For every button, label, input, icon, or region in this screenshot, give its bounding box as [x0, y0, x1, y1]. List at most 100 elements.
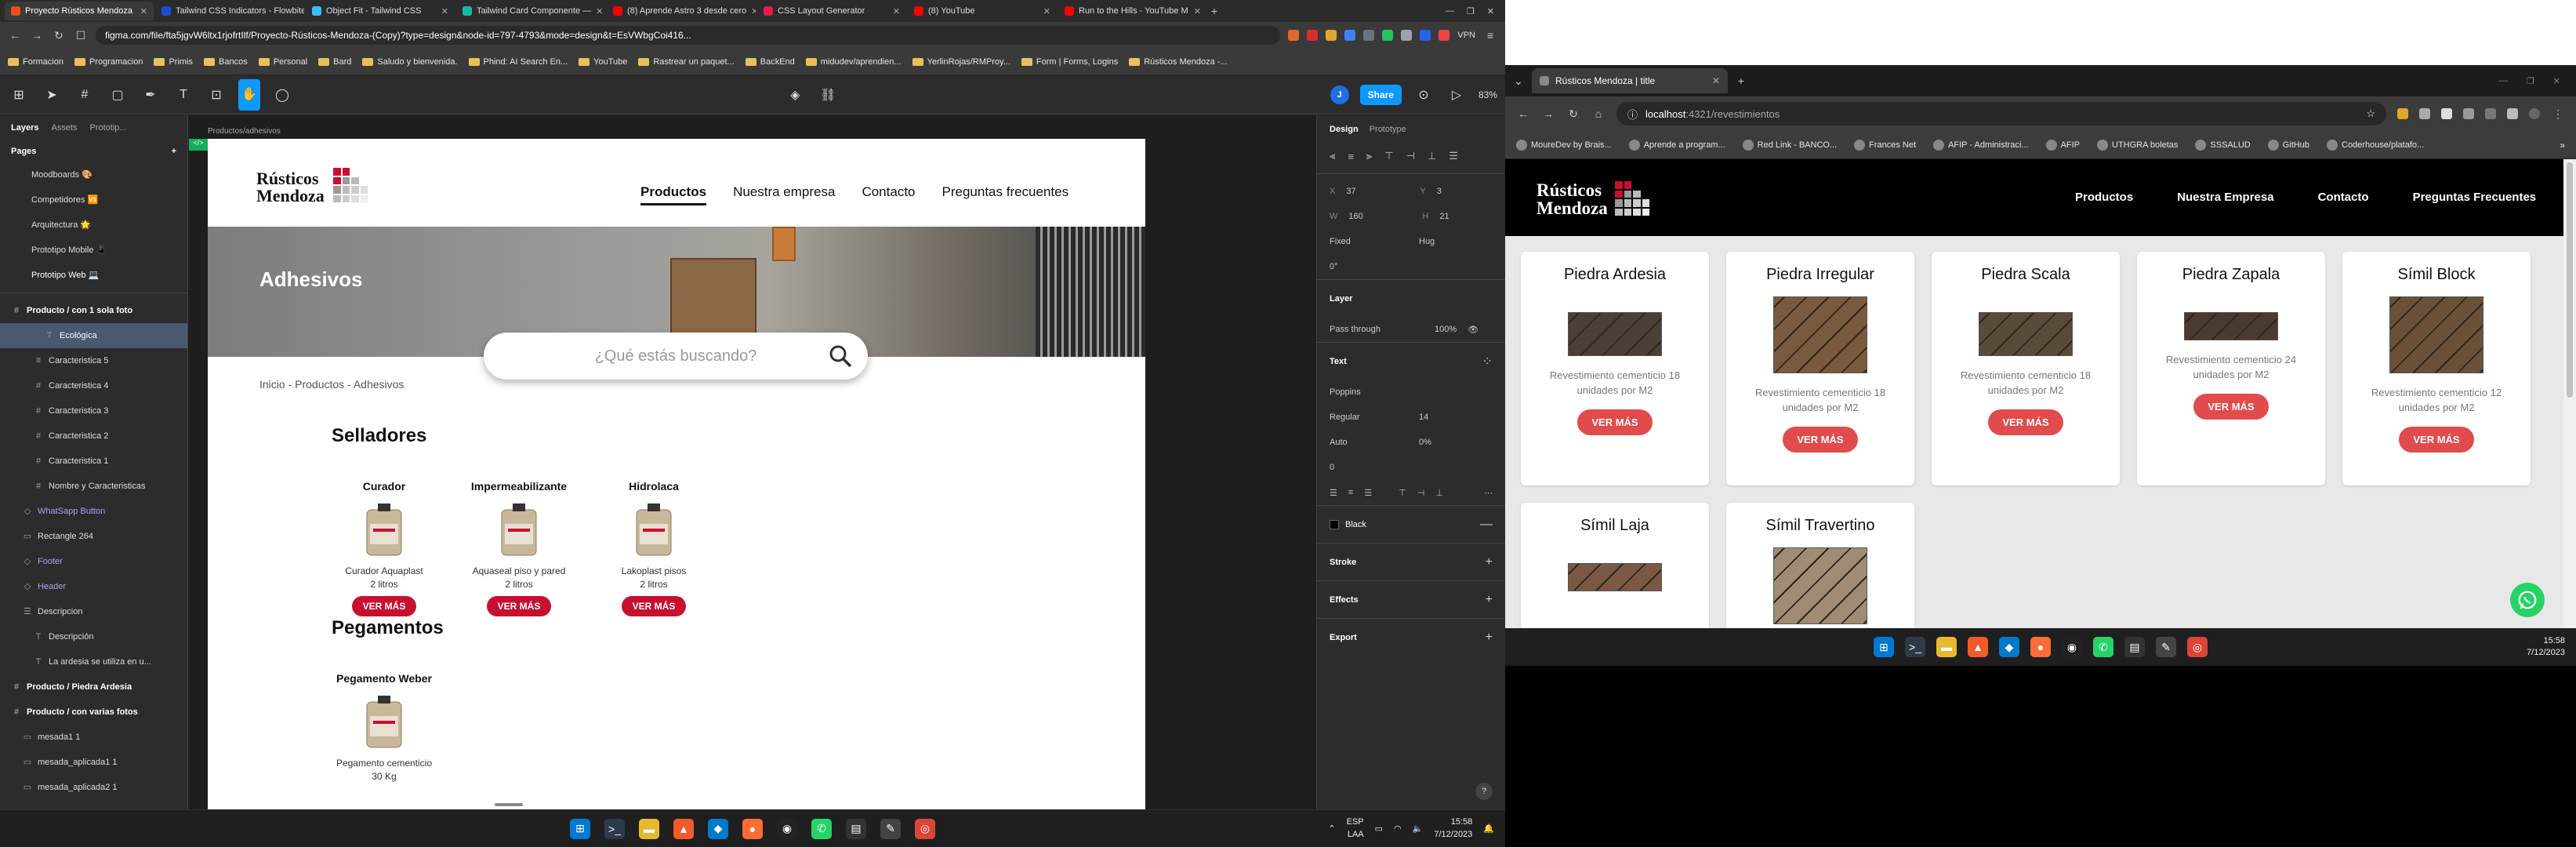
app-icon[interactable]: ◉ [777, 818, 797, 839]
width-resizing-select[interactable]: Fixed [1330, 237, 1408, 246]
tray-chevron-icon[interactable]: ⌃ [1328, 823, 1335, 834]
site-nav-item[interactable]: Contacto [2318, 191, 2369, 204]
app-icon[interactable]: ✎ [2156, 637, 2176, 657]
minimize-icon[interactable]: — [2499, 76, 2508, 86]
comment-tool-icon[interactable]: ◯ [271, 87, 293, 103]
new-tab-button[interactable]: + [1734, 75, 1748, 87]
app-icon[interactable]: ◉ [2062, 637, 2082, 657]
resources-tool-icon[interactable]: ⊡ [205, 87, 227, 103]
remove-fill-icon[interactable]: — [1480, 518, 1493, 532]
close-icon[interactable]: ✕ [1487, 6, 1494, 16]
link-icon[interactable]: ⛓ [817, 87, 839, 103]
design-tab-1[interactable]: Prototype [1370, 125, 1406, 134]
url-field[interactable]: ⓘ localhost:4321/revestimientos ☆ [1616, 102, 2386, 125]
opacity-field[interactable]: 100% [1435, 325, 1457, 334]
layer-item[interactable]: # Caracteristica 5 [0, 348, 187, 373]
extension-icon[interactable] [1326, 30, 1337, 41]
font-weight-select[interactable]: Regular [1330, 413, 1408, 422]
bookmark-item[interactable]: AFIP - Administraci... [1933, 139, 2029, 151]
x-field[interactable]: 37 [1346, 187, 1409, 196]
bookmark-item[interactable]: Coderhouse/platafo... [2327, 139, 2424, 151]
close-tab-icon[interactable]: ✕ [893, 6, 900, 16]
clock[interactable]: 15:58 7/12/2023 [2527, 635, 2565, 660]
browser-tab[interactable]: Proyecto Rústicos Mendoza ✕ [5, 2, 154, 20]
move-tool-icon[interactable]: ➤ [41, 87, 63, 103]
more-text-options-icon[interactable]: ⋯ [1484, 488, 1493, 498]
file-explorer-icon[interactable]: ▬ [1936, 637, 1957, 657]
extension-icon[interactable] [2397, 108, 2408, 119]
layer-item[interactable]: ▭ mesada1 1 [0, 725, 187, 750]
layer-item[interactable]: # Producto / con varias fotos [0, 700, 187, 725]
close-tab-icon[interactable]: ✕ [441, 6, 448, 16]
brave-rewards-icon[interactable] [1307, 30, 1319, 41]
extension-icon[interactable] [1363, 30, 1375, 41]
bookmark-item[interactable]: Red Link - BANCO... [1742, 139, 1837, 151]
paragraph-spacing-field[interactable]: 0 [1330, 463, 1334, 472]
extension-icon[interactable] [1344, 30, 1356, 41]
extension-icon[interactable] [1401, 30, 1413, 41]
wifi-icon[interactable]: ◠ [1394, 823, 1402, 834]
reload-icon[interactable]: ↻ [1566, 107, 1580, 121]
component-icon[interactable]: ◈ [784, 87, 806, 103]
windows-start-icon[interactable]: ⊞ [570, 818, 590, 839]
back-icon[interactable]: ← [1516, 107, 1530, 120]
layer-item[interactable]: ◇ Footer [0, 549, 187, 574]
bookmark-item[interactable]: UTHGRA boletas [2097, 139, 2178, 151]
blend-mode-select[interactable]: Pass through [1330, 325, 1424, 334]
ver-mas-button[interactable]: VER MÁS [2399, 426, 2474, 453]
windows-start-icon[interactable]: ⊞ [1874, 637, 1894, 657]
brave-shield-icon[interactable] [1288, 30, 1300, 41]
star-icon[interactable]: ☆ [2366, 107, 2375, 120]
ver-mas-button[interactable]: VER MÁS [351, 595, 417, 616]
chrome-icon[interactable]: ◎ [2187, 637, 2208, 657]
browser-tab[interactable]: (8) Aprende Astro 3 desde cero ✕ [607, 2, 756, 20]
distribute-icon[interactable]: ☰ [1449, 150, 1458, 162]
ver-mas-button[interactable]: VER MÁS [2193, 393, 2269, 420]
bookmark-item[interactable]: Saludo y bienvenida. [362, 57, 458, 67]
page-scrollbar[interactable] [2563, 159, 2576, 628]
browser-tab[interactable]: Tailwind Card Componente — ✕ [456, 2, 605, 20]
whatsapp-icon[interactable]: ✆ [2093, 637, 2113, 657]
frame-nav-item[interactable]: Productos [640, 184, 707, 205]
height-field[interactable]: 21 [1439, 212, 1449, 221]
layer-item[interactable]: T La ardesia se utiliza en u... [0, 649, 187, 674]
postman-icon[interactable]: ● [2030, 637, 2051, 657]
browser-tab[interactable]: Object Fit - Tailwind CSS ✕ [306, 2, 455, 20]
page-item[interactable]: Moodboards 🎨 [0, 162, 187, 187]
extension-icon[interactable] [1382, 30, 1394, 41]
app-icon[interactable]: ✎ [880, 818, 901, 839]
layer-item[interactable]: # Producto / con 1 sola foto [0, 298, 187, 323]
bookmark-item[interactable]: AFIP [2045, 139, 2080, 151]
clock[interactable]: 15:58 7/12/2023 [1434, 816, 1472, 841]
maximize-icon[interactable]: ❐ [2527, 76, 2534, 86]
bookmark-icon[interactable]: ☐ [74, 29, 88, 42]
bookmark-item[interactable]: Aprende a program... [1628, 139, 1725, 151]
menu-icon[interactable]: ≡ [1483, 29, 1497, 42]
back-icon[interactable]: ← [8, 29, 22, 42]
bookmark-item[interactable]: Primis [154, 57, 193, 67]
vertical-align-middle-icon[interactable]: ⊣ [1417, 488, 1425, 498]
close-tab-icon[interactable]: ✕ [140, 6, 147, 16]
browser-tab[interactable]: Tailwind CSS Indicators - Flowbite✕ [155, 2, 304, 20]
ver-mas-button[interactable]: VER MÁS [486, 595, 552, 616]
menu-icon[interactable]: ⋮ [2551, 107, 2565, 121]
layer-item[interactable]: # Caracteristica 2 [0, 424, 187, 449]
page-item[interactable]: Prototipo Web 💻 [0, 263, 187, 288]
site-info-icon[interactable]: ⓘ [1627, 107, 1638, 122]
avatar[interactable]: J [1330, 85, 1349, 104]
panel-tab-1[interactable]: Assets [51, 123, 77, 133]
terminal-icon[interactable]: >_ [1905, 637, 1925, 657]
tab-list-icon[interactable]: ⌄ [1511, 75, 1526, 88]
layer-item[interactable]: # Caracteristica 1 [0, 449, 187, 474]
vpn-button[interactable]: VPN [1457, 31, 1475, 40]
text-tool-icon[interactable]: T [172, 88, 194, 102]
bookmark-item[interactable]: MoureDev by Brais... [1516, 139, 1612, 151]
add-icon[interactable]: + [1486, 631, 1493, 645]
app-icon[interactable]: ▤ [846, 818, 866, 839]
bookmark-item[interactable]: Formacion [8, 57, 63, 67]
rectangle-tool-icon[interactable]: ▢ [107, 87, 129, 103]
align-middle-icon[interactable]: ⊣ [1406, 150, 1415, 162]
vscode-icon[interactable]: ◆ [708, 818, 728, 839]
bookmark-item[interactable]: Frances Net [1854, 139, 1916, 151]
layer-item[interactable]: # Producto / Piedra Ardesia [0, 674, 187, 700]
